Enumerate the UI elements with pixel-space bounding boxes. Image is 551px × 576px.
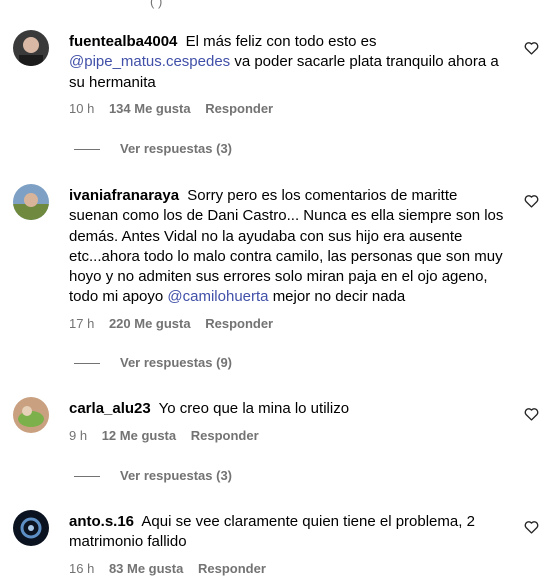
reply-button[interactable]: Responder [198,561,266,576]
heart-icon[interactable] [524,194,539,208]
avatar[interactable] [13,510,49,546]
view-replies-button[interactable]: Ver respuestas (9) [74,355,232,370]
username[interactable]: carla_alu23 [69,400,151,417]
divider-line [74,476,100,478]
previous-replies-cut: ( ) [150,0,163,9]
view-replies-button[interactable]: Ver respuestas (3) [74,141,232,156]
likes-count[interactable]: 83 Me gusta [109,561,183,576]
avatar[interactable] [13,30,49,66]
heart-icon[interactable] [524,407,539,421]
timestamp[interactable]: 17 h [69,316,94,331]
reply-button[interactable]: Responder [205,316,273,331]
username[interactable]: anto.s.16 [69,513,134,530]
comment-meta: 10 h 134 Me gusta Responder [69,101,284,116]
comment-text: ivaniafranaraya Sorry pero es los coment… [69,187,504,306]
avatar[interactable] [13,184,49,220]
comment-meta: 17 h 220 Me gusta Responder [69,316,284,331]
comment-text: anto.s.16 Aqui se vee claramente quien t… [69,513,475,551]
username[interactable]: ivaniafranaraya [69,187,179,204]
heart-icon[interactable] [524,520,539,534]
avatar[interactable] [13,397,49,433]
mention-link[interactable]: @camilohuerta [167,288,268,305]
comment-text: fuentealba4004 El más feliz con todo est… [69,33,499,91]
timestamp[interactable]: 10 h [69,101,94,116]
timestamp[interactable]: 9 h [69,428,87,443]
likes-count[interactable]: 134 Me gusta [109,101,191,116]
username[interactable]: fuentealba4004 [69,33,177,50]
heart-icon[interactable] [524,41,539,55]
reply-button[interactable]: Responder [191,428,259,443]
reply-button[interactable]: Responder [205,101,273,116]
divider-line [74,149,100,151]
comment-meta: 9 h 12 Me gusta Responder [69,428,270,443]
timestamp[interactable]: 16 h [69,561,94,576]
likes-count[interactable]: 220 Me gusta [109,316,191,331]
divider-line [74,363,100,365]
mention-link[interactable]: @pipe_matus.cespedes [69,53,230,70]
comment-meta: 16 h 83 Me gusta Responder [69,561,277,576]
likes-count[interactable]: 12 Me gusta [102,428,176,443]
comment-text: carla_alu23 Yo creo que la mina lo utili… [69,400,350,417]
view-replies-button[interactable]: Ver respuestas (3) [74,468,232,483]
